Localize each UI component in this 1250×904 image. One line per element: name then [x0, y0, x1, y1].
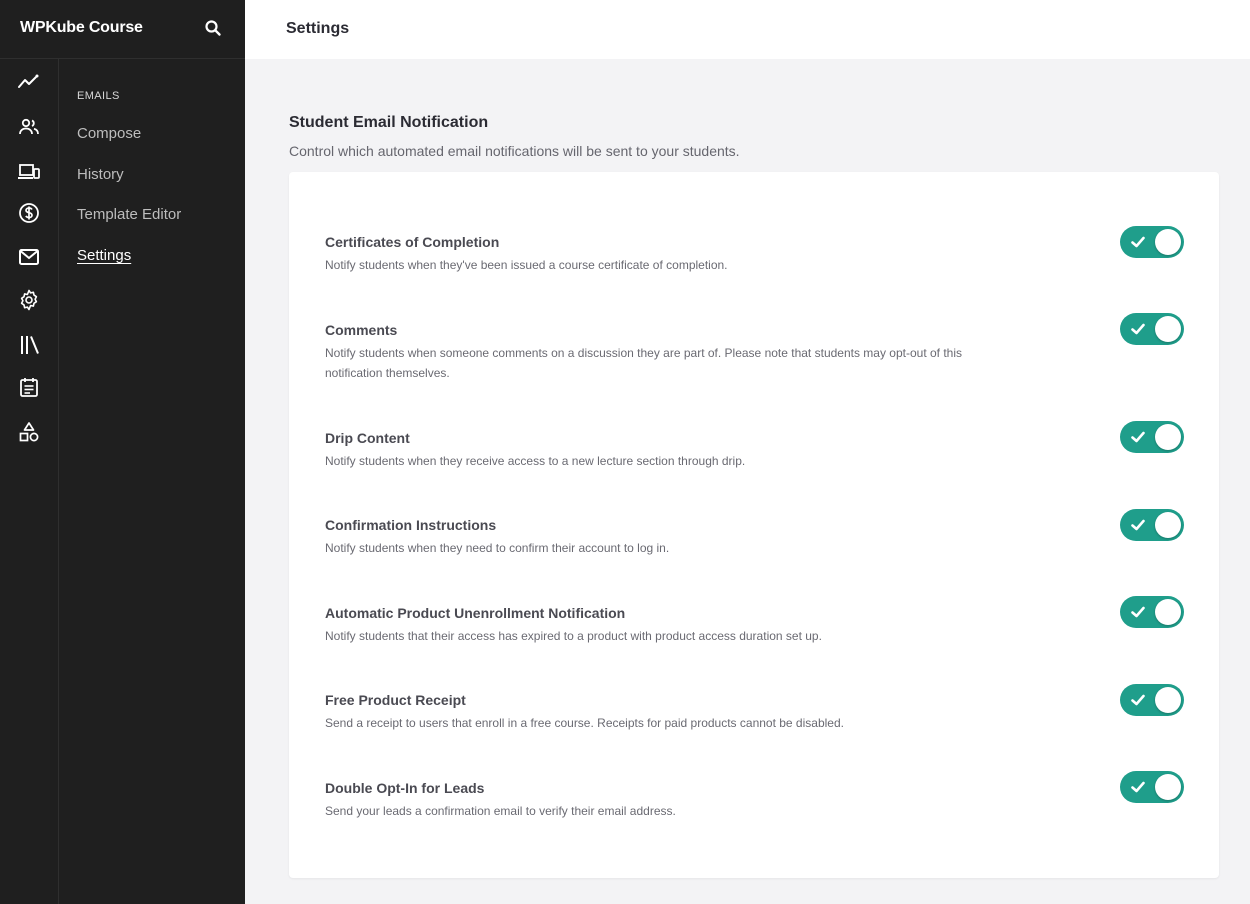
mail-icon[interactable]: [17, 245, 41, 269]
users-icon[interactable]: [17, 115, 41, 139]
toggle-knob: [1155, 229, 1181, 255]
notification-row-confirmation: Confirmation Instructions Notify student…: [325, 516, 1195, 558]
notification-description: Notify students when they need to confir…: [325, 541, 670, 555]
section-title: Student Email Notification: [289, 114, 489, 131]
notification-row-certificates: Certificates of Completion Notify studen…: [325, 233, 1195, 275]
top-bar: Settings: [245, 0, 1250, 59]
section-description: Control which automated email notificati…: [289, 143, 740, 159]
app-title: WPKube Course: [20, 19, 143, 36]
toggle-unenrollment[interactable]: [1120, 596, 1184, 628]
toggle-knob: [1155, 774, 1181, 800]
gear-icon[interactable]: [17, 288, 41, 312]
toggle-comments[interactable]: [1120, 313, 1184, 345]
check-icon: [1131, 236, 1145, 248]
notification-row-unenrollment: Automatic Product Unenrollment Notificat…: [325, 604, 1195, 646]
icon-rail: [0, 59, 59, 904]
page-title: Settings: [286, 20, 350, 37]
notification-title: Free Product Receipt: [325, 692, 466, 708]
toggle-confirmation[interactable]: [1120, 509, 1184, 541]
calendar-icon[interactable]: [17, 375, 41, 399]
check-icon: [1131, 519, 1145, 531]
notification-description: Send a receipt to users that enroll in a…: [325, 716, 844, 730]
notifications-card: Certificates of Completion Notify studen…: [289, 172, 1219, 878]
devices-icon[interactable]: [17, 160, 41, 184]
subnav-item-history[interactable]: History: [77, 166, 124, 183]
toggle-knob: [1155, 512, 1181, 538]
brand-bar: WPKube Course: [0, 0, 245, 59]
notification-row-double-opt-in: Double Opt-In for Leads Send your leads …: [325, 779, 1195, 821]
notification-title: Drip Content: [325, 430, 410, 446]
toggle-certificates[interactable]: [1120, 226, 1184, 258]
toggle-knob: [1155, 424, 1181, 450]
notification-title: Certificates of Completion: [325, 234, 500, 250]
notification-description: Notify students when someone comments on…: [325, 346, 963, 380]
library-icon[interactable]: [17, 333, 41, 357]
toggle-knob: [1155, 599, 1181, 625]
notification-row-comments: Comments Notify students when someone co…: [325, 321, 1195, 383]
search-icon[interactable]: [204, 19, 222, 37]
check-icon: [1131, 781, 1145, 793]
notification-title: Automatic Product Unenrollment Notificat…: [325, 605, 626, 621]
dollar-icon[interactable]: [17, 201, 41, 225]
toggle-drip-content[interactable]: [1120, 421, 1184, 453]
toggle-free-receipt[interactable]: [1120, 684, 1184, 716]
notification-title: Comments: [325, 322, 398, 338]
notification-description: Notify students that their access has ex…: [325, 629, 822, 643]
check-icon: [1131, 606, 1145, 618]
notification-description: Notify students when they've been issued…: [325, 258, 728, 272]
toggle-double-opt-in[interactable]: [1120, 771, 1184, 803]
analytics-icon[interactable]: [17, 70, 41, 94]
check-icon: [1131, 323, 1145, 335]
sidebar: WPKube Course EMAILS Compose History Tem…: [0, 0, 245, 904]
shapes-icon[interactable]: [17, 420, 41, 444]
notification-title: Double Opt-In for Leads: [325, 780, 485, 796]
subnav-item-template-editor[interactable]: Template Editor: [77, 206, 181, 223]
subnav-item-settings[interactable]: Settings: [77, 247, 131, 264]
check-icon: [1131, 431, 1145, 443]
notification-description: Send your leads a confirmation email to …: [325, 804, 676, 818]
check-icon: [1131, 694, 1145, 706]
notification-title: Confirmation Instructions: [325, 517, 497, 533]
subnav-item-compose[interactable]: Compose: [77, 125, 141, 142]
toggle-knob: [1155, 316, 1181, 342]
notification-description: Notify students when they receive access…: [325, 454, 746, 468]
toggle-knob: [1155, 687, 1181, 713]
subnav-heading: EMAILS: [77, 90, 120, 102]
notification-row-free-receipt: Free Product Receipt Send a receipt to u…: [325, 691, 1195, 733]
notification-row-drip-content: Drip Content Notify students when they r…: [325, 429, 1195, 471]
